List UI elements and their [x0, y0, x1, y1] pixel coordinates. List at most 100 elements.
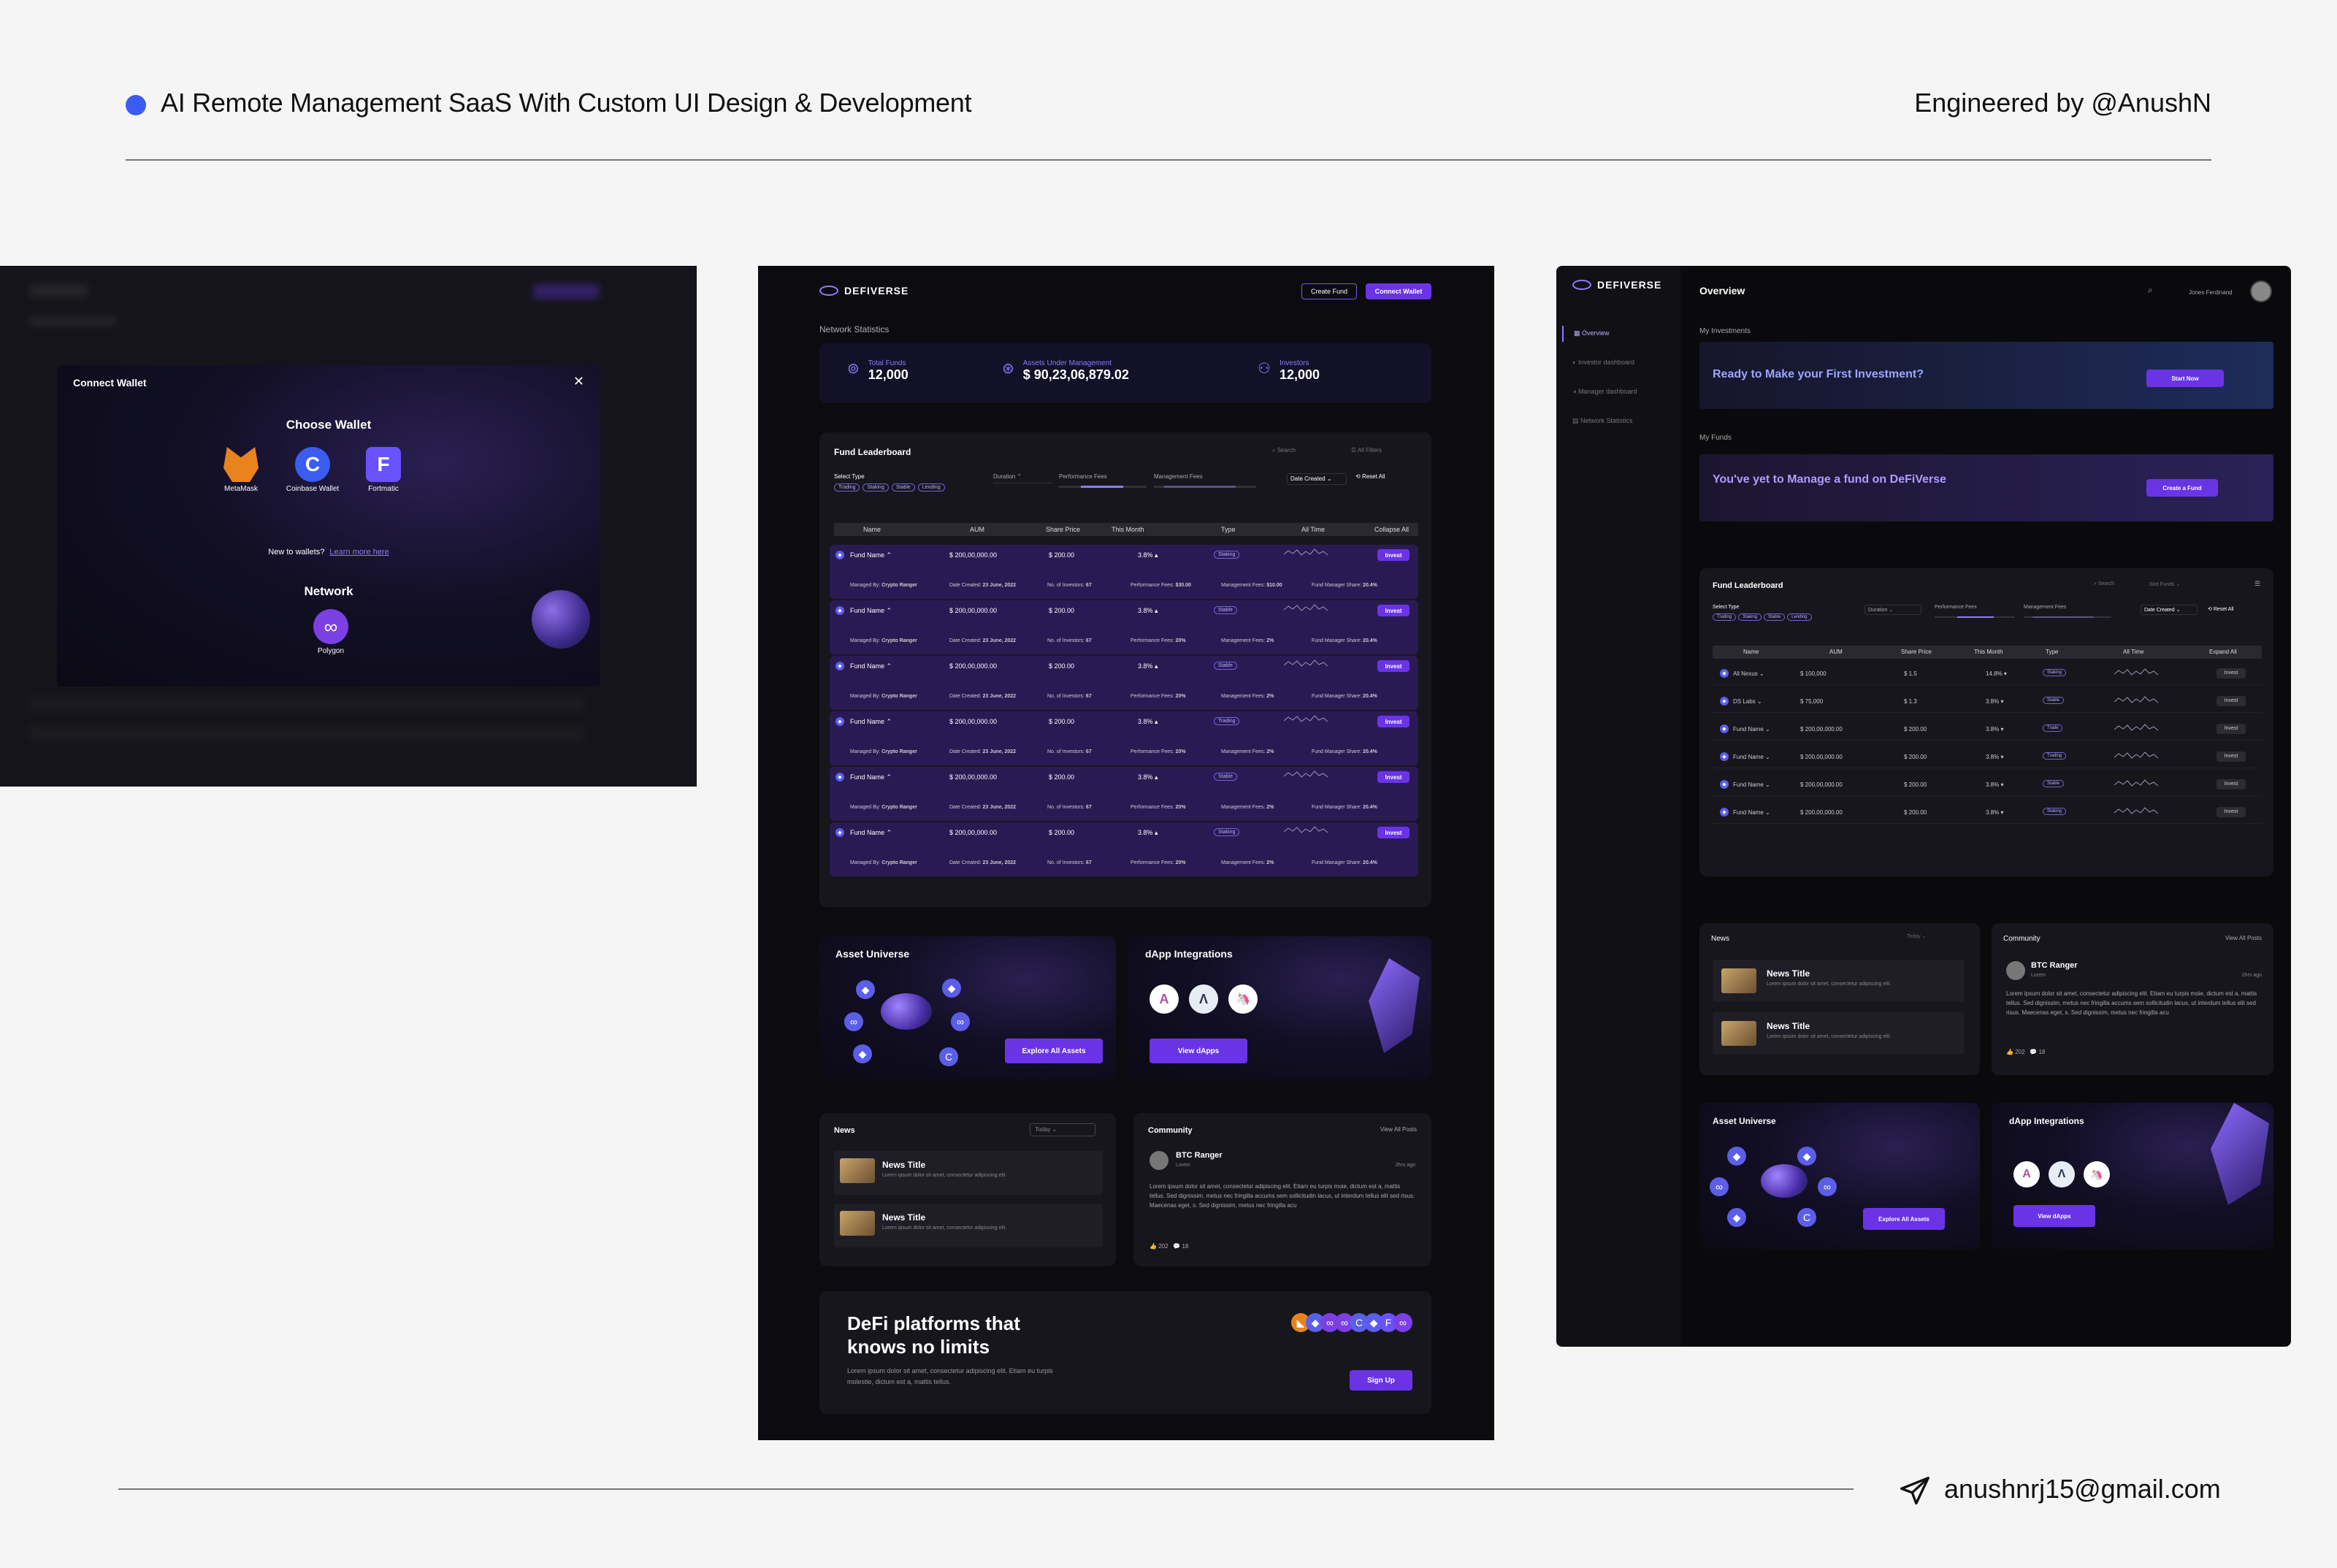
fund-icon: ◆ [1720, 808, 1729, 816]
start-now-button[interactable]: Start Now [2146, 370, 2224, 387]
nav-overview[interactable]: ▦ Overview [1562, 326, 1680, 342]
invest-button[interactable]: Invest [1377, 660, 1410, 672]
reset-all-button[interactable]: ⟲ Reset All [1355, 473, 1385, 480]
fund-leaderboard: Fund Leaderboard ⌕ Search ☰ All Filters … [819, 432, 1431, 907]
news-card: News Today ⌄ News Title Lorem ipsum dolo… [819, 1113, 1116, 1266]
view-all-posts-link[interactable]: View All Posts [2225, 935, 2262, 941]
date-created-select[interactable]: Date Created ⌄ [1287, 473, 1347, 485]
fund-aum: $ 100,000 [1800, 670, 1827, 677]
search-input[interactable]: ⌕ Search [2094, 581, 2114, 587]
invest-button[interactable]: Invest [2216, 668, 2246, 678]
news-filter-select[interactable]: Today ⌄ [1907, 933, 1927, 939]
invest-button[interactable]: Invest [2216, 696, 2246, 706]
invest-button[interactable]: Invest [1377, 771, 1410, 783]
date-created-select[interactable]: Date Created ⌄ [2141, 605, 2198, 615]
create-fund-button[interactable]: Create Fund [1301, 283, 1357, 299]
mgmt-fees-slider[interactable]: Management Fees [1154, 473, 1256, 488]
all-filters-button[interactable]: ☰ All Filters [1351, 447, 1382, 454]
fund-row[interactable]: ◆ Fund Name ⌄ $ 200,00,000.00 $ 200.00 3.8% … [1713, 774, 2262, 796]
aave-icon: A [1150, 984, 1179, 1014]
fund-type-chip: Trading [1214, 717, 1240, 725]
filter-icon[interactable]: ☰ [2254, 580, 2260, 588]
nav-investor-dashboard[interactable]: ◐ Investor dashboard [1562, 355, 1645, 370]
close-icon[interactable]: ✕ [573, 374, 584, 389]
type-chips: Trading Staking Stable Lending [834, 483, 945, 492]
fund-row[interactable]: ◆ Fund Name ⌃ $ 200,00,000.00 $ 200.00 3.8% … [830, 767, 1418, 821]
fund-icon: ◆ [835, 828, 844, 837]
fund-row[interactable]: ◆ Fund Name ⌄ $ 200,00,000.00 $ 200.00 3.8% … [1713, 746, 2262, 768]
search-icon[interactable]: ⌕ [2148, 285, 2153, 296]
invest-button[interactable]: Invest [2216, 724, 2246, 734]
expand-all-button[interactable]: Expand All [2209, 649, 2237, 655]
fund-row[interactable]: ◆ All Nexus ⌄ $ 100,000 $ 1.5 14.8% ▾ Staking… [1713, 663, 2262, 685]
news-item[interactable]: News Title Lorem ipsum dolor sit amet, c… [834, 1151, 1103, 1195]
wallet-option-metamask[interactable]: MetaMask [219, 447, 263, 493]
explore-assets-button[interactable]: Explore All Assets [1863, 1208, 1945, 1230]
comment-icon[interactable]: 💬 [2030, 1049, 2037, 1055]
view-all-posts-link[interactable]: View All Posts [1380, 1126, 1417, 1133]
invest-button[interactable]: Invest [1377, 605, 1410, 616]
invest-button[interactable]: Invest [2216, 779, 2246, 789]
sign-up-button[interactable]: Sign Up [1350, 1370, 1412, 1391]
fund-row[interactable]: ◆ DS Labs ⌄ $ 75,000 $ 1.3 3.8% ▾ Stable Inves… [1713, 691, 2262, 713]
invest-button[interactable]: Invest [1377, 716, 1410, 727]
wallet-option-fortmatic[interactable]: F Fortmatic [358, 447, 409, 493]
type-chip[interactable]: Staking [1738, 613, 1762, 621]
network-heading: Network [304, 584, 353, 598]
leaderboard-title: Fund Leaderboard [1713, 581, 1783, 590]
learn-more-link[interactable]: Learn more here [329, 548, 389, 557]
view-dapps-button[interactable]: View dApps [2013, 1205, 2095, 1227]
network-option-polygon[interactable]: ∞ Polygon [298, 609, 364, 655]
fund-row[interactable]: ◆ Fund Name ⌃ $ 200,00,000.00 $ 200.00 3.8% … [830, 656, 1418, 710]
network-stats-card: ⊚ Total Funds 12,000 ⊛ Assets Under Manag… [819, 343, 1431, 403]
fund-row[interactable]: ◆ Fund Name ⌄ $ 200,00,000.00 $ 200.00 3.8% … [1713, 802, 2262, 824]
perf-fees-slider[interactable]: Performance Fees [1059, 473, 1147, 488]
fund-row[interactable]: ◆ Fund Name ⌃ $ 200,00,000.00 $ 200.00 3.8% … [830, 600, 1418, 654]
news-item[interactable]: News Title Lorem ipsum dolor sit amet, c… [1713, 1012, 1964, 1055]
wallet-option-coinbase[interactable]: C Coinbase Wallet [276, 447, 349, 493]
search-input[interactable]: ⌕ Search [1272, 447, 1296, 454]
eth-icon: ◆ [1727, 1147, 1746, 1166]
collapse-all-button[interactable]: Collapse All [1374, 526, 1409, 533]
type-chip[interactable]: Trading [834, 483, 860, 492]
mgmt-fees-slider[interactable]: Management Fees [2024, 605, 2111, 618]
avatar[interactable] [2250, 280, 2272, 302]
fund-price: $ 200.00 [1904, 781, 1927, 788]
create-a-fund-button[interactable]: Create a Fund [2146, 479, 2218, 497]
type-chip[interactable]: Lending [1787, 613, 1812, 621]
new-to-wallets: New to wallets? Learn more here [268, 548, 389, 557]
fund-row[interactable]: ◆ Fund Name ⌃ $ 200,00,000.00 $ 200.00 3.8% … [830, 545, 1418, 599]
duration-select[interactable]: Duration ⌄ [1864, 605, 1921, 615]
like-icon[interactable]: 👍 [2006, 1049, 2013, 1055]
news-thumbnail [840, 1211, 875, 1236]
sort-funds-select[interactable]: Sort Funds ⌄ [2149, 581, 2180, 587]
news-filter-select[interactable]: Today ⌄ [1030, 1123, 1095, 1136]
duration-select[interactable]: Duration ⌃ [993, 473, 1052, 483]
news-item[interactable]: News Title Lorem ipsum dolor sit amet, c… [834, 1204, 1103, 1247]
fund-row[interactable]: ◆ Fund Name ⌃ $ 200,00,000.00 $ 200.00 3.8% … [830, 711, 1418, 765]
fund-icon: ◆ [1720, 669, 1729, 678]
type-chip[interactable]: Lending [917, 483, 945, 492]
perf-fees-slider[interactable]: Performance Fees [1935, 605, 2015, 618]
fund-row[interactable]: ◆ Fund Name ⌄ $ 200,00,000.00 $ 200.00 3.8% … [1713, 719, 2262, 741]
fund-row[interactable]: ◆ Fund Name ⌃ $ 200,00,000.00 $ 200.00 3.8% … [830, 822, 1418, 876]
nav-network-statistics[interactable]: ▤ Network Statistics [1562, 413, 1643, 429]
type-chip[interactable]: Stable [891, 483, 915, 492]
invest-button[interactable]: Invest [2216, 807, 2246, 817]
type-chip[interactable]: Trading [1713, 613, 1737, 621]
connect-wallet-button[interactable]: Connect Wallet [1366, 283, 1431, 299]
like-icon[interactable]: 👍 [1150, 1243, 1157, 1250]
invest-button[interactable]: Invest [1377, 549, 1410, 561]
contact-email[interactable]: anushnrj15@gmail.com [1944, 1474, 2221, 1504]
invest-button[interactable]: Invest [1377, 827, 1410, 838]
reset-all-button[interactable]: ⟲ Reset All [2208, 606, 2233, 612]
view-dapps-button[interactable]: View dApps [1150, 1039, 1247, 1063]
news-item[interactable]: News Title Lorem ipsum dolor sit amet, c… [1713, 960, 1964, 1002]
explore-assets-button[interactable]: Explore All Assets [1005, 1039, 1103, 1063]
wallet-label: Fortmatic [368, 485, 399, 493]
comment-icon[interactable]: 💬 [1173, 1243, 1180, 1250]
type-chip[interactable]: Stable [1764, 613, 1786, 621]
nav-manager-dashboard[interactable]: ◑ Manager dashboard [1562, 384, 1648, 399]
type-chip[interactable]: Staking [862, 483, 889, 492]
invest-button[interactable]: Invest [2216, 752, 2246, 762]
